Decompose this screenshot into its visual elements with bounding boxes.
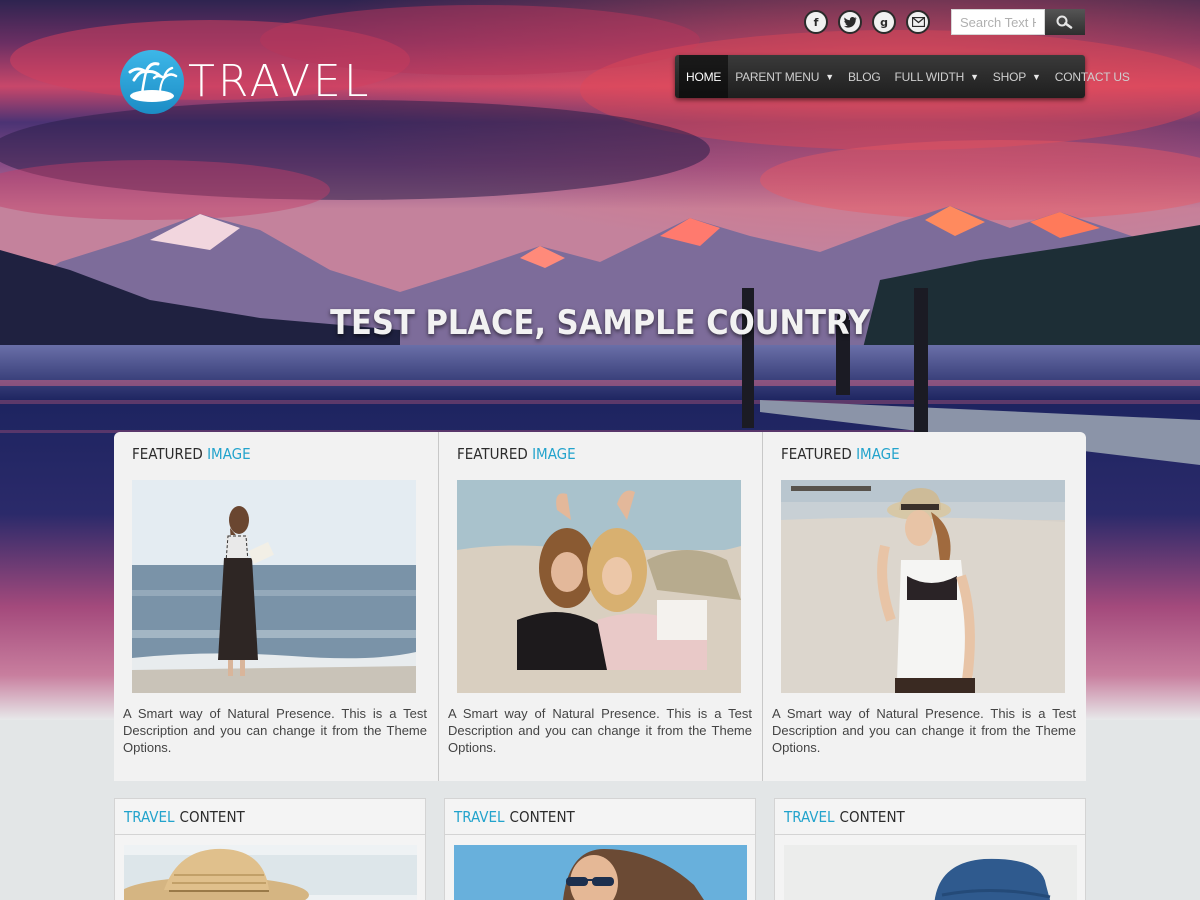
travel-content-heading: TRAVEL CONTENT <box>775 799 1085 835</box>
nav-item-contact-us[interactable]: CONTACT US <box>1048 55 1137 98</box>
palm-island-logo-icon <box>120 50 184 114</box>
nav-item-label: CONTACT US <box>1054 69 1130 84</box>
caret-down-icon: ▼ <box>825 71 834 82</box>
featured-card-description: A Smart way of Natural Presence. This is… <box>448 706 752 755</box>
featured-image-woman-with-hat[interactable] <box>781 480 1065 693</box>
featured-card-heading: FEATURED IMAGE <box>132 445 251 463</box>
nav-item-label: HOME <box>686 69 722 84</box>
heading-main: CONTENT <box>839 807 905 826</box>
facebook-icon[interactable]: f <box>804 10 828 34</box>
featured-image-woman-reading[interactable] <box>132 480 416 693</box>
travel-content-card: TRAVEL CONTENT <box>774 798 1086 900</box>
featured-card: FEATURED IMAGE A Smart way of Natural Pr… <box>762 432 1086 781</box>
heading-main: CONTENT <box>179 807 245 826</box>
heading-accent: IMAGE <box>207 445 251 463</box>
nav-item-blog[interactable]: BLOG <box>841 55 888 98</box>
nav-item-full-width[interactable]: FULL WIDTH ▼ <box>888 55 986 98</box>
heading-accent: TRAVEL <box>454 807 505 826</box>
featured-card: FEATURED IMAGE A Smart way of Natural Pr… <box>438 432 762 781</box>
email-icon[interactable] <box>906 10 930 34</box>
travel-content-image-woman-sunglasses[interactable] <box>454 845 747 900</box>
nav-item-home[interactable]: HOME <box>679 55 729 98</box>
travel-content-heading: TRAVEL CONTENT <box>115 799 425 835</box>
featured-card-description: A Smart way of Natural Presence. This is… <box>772 706 1076 755</box>
heading-main: FEATURED <box>132 445 203 463</box>
logo-text: TRAVEL <box>188 56 372 107</box>
featured-card-description: A Smart way of Natural Presence. This is… <box>123 706 427 755</box>
heading-accent: IMAGE <box>532 445 576 463</box>
nav-item-shop[interactable]: SHOP ▼ <box>986 55 1048 98</box>
heading-accent: TRAVEL <box>784 807 835 826</box>
search-form <box>951 9 1085 35</box>
travel-content-image-straw-hat[interactable] <box>124 845 417 900</box>
nav-item-label: SHOP <box>992 69 1027 84</box>
search-button[interactable] <box>1045 9 1085 35</box>
featured-card: FEATURED IMAGE A Smart way of Natural Pr… <box>114 432 438 781</box>
search-icon <box>1056 15 1073 29</box>
caret-down-icon: ▼ <box>1032 71 1041 82</box>
google-plus-icon[interactable]: g <box>872 10 896 34</box>
search-input[interactable] <box>951 9 1045 35</box>
hero-title: TEST PLACE, SAMPLE COUNTRY <box>330 303 870 343</box>
heading-main: FEATURED <box>781 445 852 463</box>
featured-panel: FEATURED IMAGE A Smart way of Natural Pr… <box>114 432 1086 781</box>
nav-item-label: BLOG <box>847 69 881 84</box>
travel-content-card: TRAVEL CONTENT <box>444 798 756 900</box>
nav-item-label: FULL WIDTH <box>894 69 965 84</box>
nav-item-label: PARENT MENU <box>735 69 820 84</box>
travel-content-heading: TRAVEL CONTENT <box>445 799 755 835</box>
heading-main: FEATURED <box>457 445 528 463</box>
caret-down-icon: ▼ <box>970 71 979 82</box>
travel-content-image-blue-hat[interactable] <box>784 845 1077 900</box>
main-navigation: HOME PARENT MENU ▼ BLOG FULL WIDTH ▼ SHO… <box>675 55 1130 98</box>
heading-accent: IMAGE <box>856 445 900 463</box>
social-links: f g <box>804 10 930 34</box>
nav-item-parent-menu[interactable]: PARENT MENU ▼ <box>728 55 841 98</box>
featured-card-heading: FEATURED IMAGE <box>457 445 576 463</box>
featured-image-two-women[interactable] <box>457 480 741 693</box>
twitter-icon[interactable] <box>838 10 862 34</box>
travel-content-card: TRAVEL CONTENT <box>114 798 426 900</box>
site-logo[interactable]: TRAVEL <box>120 50 371 114</box>
heading-accent: TRAVEL <box>124 807 175 826</box>
featured-card-heading: FEATURED IMAGE <box>781 445 900 463</box>
heading-main: CONTENT <box>509 807 575 826</box>
